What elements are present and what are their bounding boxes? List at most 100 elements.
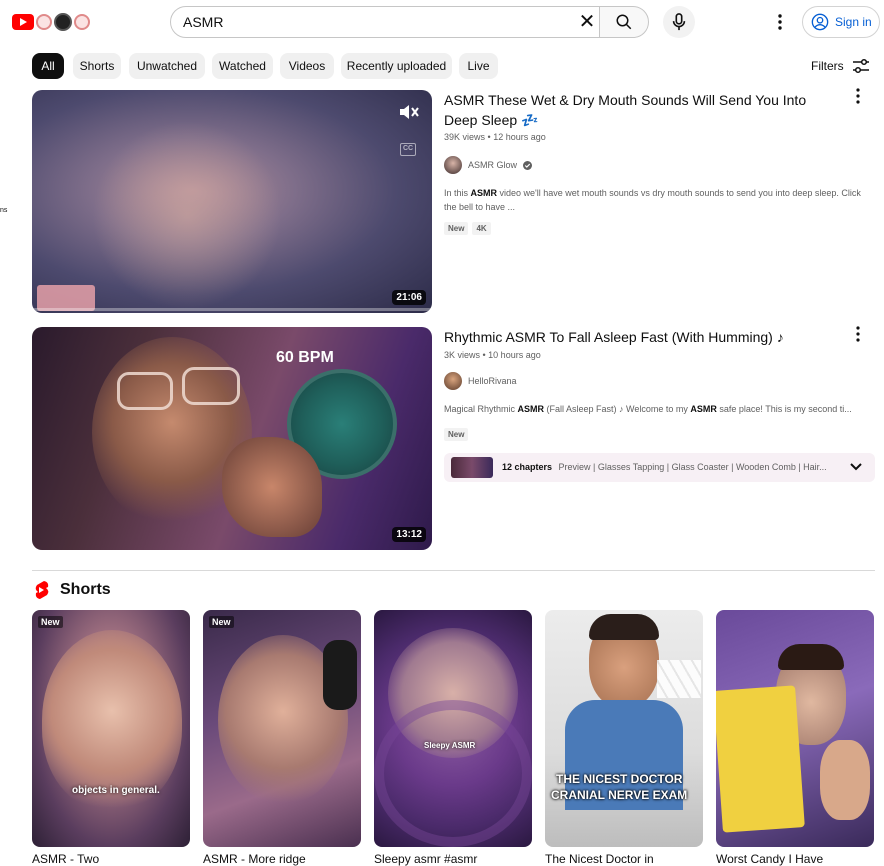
desc-text-rest: safe place! This is my second ti... (716, 404, 852, 414)
video-thumbnail-1[interactable]: CC 21:06 (32, 90, 432, 313)
short-title-1[interactable]: ASMR - Two (32, 852, 190, 866)
desc-text: In this (444, 188, 471, 198)
thumbnail-hand (222, 437, 322, 537)
video-meta-2: 3K views • 10 hours ago (444, 350, 541, 360)
account-icon (811, 13, 829, 31)
thumbnail-glasses-left (117, 372, 173, 410)
shorts-title: Shorts (60, 581, 111, 598)
desc-text-mid: (Fall Asleep Fast) ♪ Welcome to my (544, 404, 691, 414)
video-menu-button-1[interactable] (855, 88, 861, 108)
video-duration: 13:12 (392, 527, 426, 542)
short-thumbnail-1[interactable]: New objects in general. (32, 610, 190, 847)
doodle-face-icon-2 (74, 14, 90, 30)
chip-recently-uploaded[interactable]: Recently uploaded (341, 53, 452, 79)
video-title-1[interactable]: ASMR These Wet & Dry Mouth Sounds Will S… (444, 90, 824, 130)
short-hair (589, 614, 659, 640)
avatar[interactable] (444, 372, 462, 390)
short-hair (778, 644, 844, 670)
desc-keyword: ASMR (470, 188, 498, 198)
thumbnail-progress-track (32, 308, 432, 311)
chevron-down-icon[interactable] (849, 461, 863, 473)
short-hexagons (657, 660, 701, 698)
search-icon (616, 14, 632, 30)
shorts-heading: Shorts (32, 580, 111, 600)
new-badge: New (444, 222, 469, 235)
more-vert-icon (778, 14, 782, 30)
chip-videos[interactable]: Videos (280, 53, 334, 79)
soccer-ball-icon (54, 13, 72, 31)
short-caption: objects in general. (72, 785, 160, 796)
sign-in-button[interactable]: Sign in (802, 6, 880, 38)
short-thumbnail-2[interactable]: New (203, 610, 361, 847)
chip-watched[interactable]: Watched (212, 53, 273, 79)
view-count: 39K views (444, 132, 486, 142)
video-title-2[interactable]: Rhythmic ASMR To Fall Asleep Fast (With … (444, 327, 844, 347)
short-caption: Sleepy ASMR (424, 741, 476, 750)
sidebar-fragment: ns (0, 207, 8, 214)
new-badge: New (38, 616, 63, 628)
bpm-overlay: 60 BPM (276, 349, 334, 366)
short-title-4[interactable]: The Nicest Doctor in (545, 852, 703, 866)
captions-icon[interactable]: CC (400, 143, 416, 156)
avatar[interactable] (444, 156, 462, 174)
short-face (42, 630, 182, 810)
desc-keyword: ASMR (517, 404, 545, 414)
video-thumbnail-2[interactable]: 60 BPM 13:12 (32, 327, 432, 550)
filters-button[interactable]: Filters (811, 58, 870, 74)
chapter-thumbnail (451, 457, 493, 478)
short-ring (374, 700, 532, 847)
video-duration: 21:06 (392, 290, 426, 305)
filters-label: Filters (811, 59, 844, 73)
chip-all[interactable]: All (32, 53, 64, 79)
chip-live[interactable]: Live (459, 53, 498, 79)
tune-icon (852, 58, 869, 74)
desc-text: Magical Rhythmic (444, 404, 518, 414)
chapters-text: 12 chapters Preview | Glasses Tapping | … (502, 462, 842, 472)
short-thumbnail-3[interactable]: Sleepy ASMR (374, 610, 532, 847)
verified-icon (523, 160, 533, 170)
doodle-face-icon (36, 14, 52, 30)
voice-search-button[interactable] (663, 6, 695, 38)
badge-row-1: New 4K (444, 222, 491, 235)
upload-age: 12 hours ago (493, 132, 546, 142)
mute-icon[interactable] (398, 103, 420, 121)
search-box[interactable] (170, 6, 600, 38)
section-divider (32, 570, 875, 571)
shorts-logo-icon (35, 581, 49, 599)
search-input[interactable] (183, 14, 563, 30)
video-menu-button-2[interactable] (855, 326, 861, 346)
search-button[interactable] (599, 6, 649, 38)
channel-name[interactable]: HelloRivana (468, 376, 517, 386)
short-candy-bag (716, 685, 805, 833)
settings-menu-button[interactable] (770, 12, 790, 32)
chip-shorts[interactable]: Shorts (73, 53, 121, 79)
short-caption-line2: CRANIAL NERVE EXAM (551, 788, 688, 802)
new-badge: New (444, 428, 469, 441)
more-vert-icon (856, 326, 860, 342)
chapters-count: 12 chapters (502, 462, 553, 472)
channel-name[interactable]: ASMR Glow (468, 160, 517, 170)
short-hand (820, 740, 870, 820)
thumbnail-glasses-right (182, 367, 240, 405)
4k-badge: 4K (472, 222, 491, 235)
badge-row-2: New (444, 424, 469, 442)
view-count: 3K views (444, 350, 481, 360)
short-thumbnail-4[interactable]: THE NICEST DOCTOR CRANIAL NERVE EXAM (545, 610, 703, 847)
short-title-5[interactable]: Worst Candy I Have (716, 852, 874, 866)
channel-row-1[interactable]: ASMR Glow (444, 156, 533, 174)
chip-unwatched[interactable]: Unwatched (129, 53, 205, 79)
more-vert-icon (856, 88, 860, 104)
video-description-1: In this ASMR video we'll have wet mouth … (444, 186, 869, 214)
new-badge: New (209, 616, 234, 628)
short-title-2[interactable]: ASMR - More ridge (203, 852, 361, 866)
channel-row-2[interactable]: HelloRivana (444, 372, 517, 390)
short-title-3[interactable]: Sleepy asmr #asmr (374, 852, 532, 866)
clear-search-icon[interactable]: ✕ (578, 12, 596, 32)
short-thumbnail-5[interactable] (716, 610, 874, 847)
chapters-bar[interactable]: 12 chapters Preview | Glasses Tapping | … (444, 453, 875, 482)
short-headphones (323, 640, 357, 710)
thumbnail-blur-face (92, 120, 282, 310)
youtube-play-icon (12, 14, 34, 30)
youtube-logo[interactable] (12, 12, 94, 32)
chapters-list: Preview | Glasses Tapping | Glass Coaste… (558, 462, 827, 472)
